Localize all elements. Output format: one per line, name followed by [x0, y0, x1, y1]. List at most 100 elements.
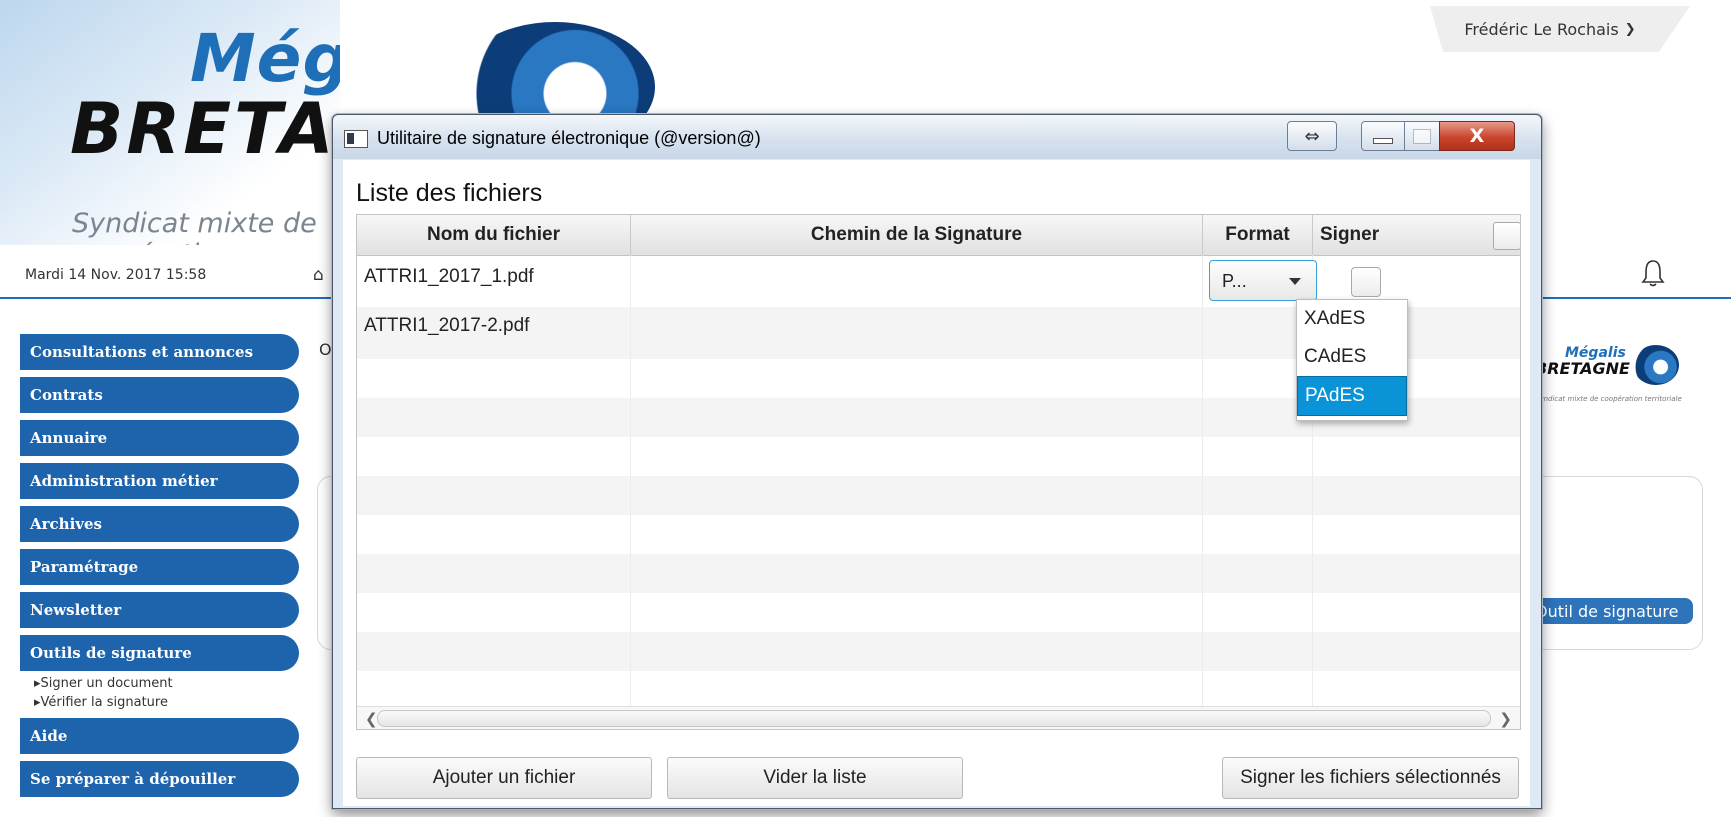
menu-item-archives[interactable]: Archives: [20, 506, 299, 542]
logo-tagline: Syndicat mixte de coopération territoria…: [72, 208, 317, 245]
filename-cell: ATTRI1_2017-2.pdf: [357, 307, 631, 359]
menu-item-consultations[interactable]: Consultations et annonces: [20, 334, 299, 370]
empty-cell: [631, 398, 1203, 437]
resize-arrows-icon: ⇔: [1304, 125, 1320, 147]
empty-cell: [631, 632, 1203, 671]
site-logo: Mégalis BRETAGNE Syndicat mixte de coopé…: [0, 0, 340, 245]
sidebar-menu: Consultations et annonces Contrats Annua…: [20, 334, 300, 804]
home-icon[interactable]: ⌂: [313, 265, 324, 285]
app-icon: [344, 130, 368, 148]
empty-cell: [631, 359, 1203, 398]
submenu-item-verifier[interactable]: Vérifier la signature: [34, 693, 300, 712]
path-cell: [631, 307, 1203, 359]
sign-checkbox[interactable]: [1351, 267, 1381, 297]
scroll-right-icon[interactable]: ❯: [1499, 710, 1512, 728]
empty-row: [357, 515, 1520, 554]
empty-cell: [631, 671, 1203, 710]
minimize-button[interactable]: [1361, 121, 1405, 151]
column-header-filename[interactable]: Nom du fichier: [357, 215, 631, 255]
dialog-title: Utilitaire de signature électronique (@v…: [377, 128, 761, 148]
empty-cell: [357, 632, 631, 671]
empty-row: [357, 437, 1520, 476]
column-header-format[interactable]: Format: [1203, 215, 1313, 255]
empty-row: [357, 593, 1520, 632]
signature-submenu: Signer un document Vérifier la signature: [34, 674, 300, 712]
list-title: Liste des fichiers: [356, 179, 543, 207]
menu-item-aide[interactable]: Aide: [20, 718, 299, 754]
clear-list-button[interactable]: Vider la liste: [667, 757, 963, 799]
add-file-button[interactable]: Ajouter un fichier: [356, 757, 652, 799]
empty-cell: [357, 671, 631, 710]
maximize-icon: [1413, 128, 1431, 144]
empty-row: [357, 476, 1520, 515]
sign-selected-button[interactable]: Signer les fichiers sélectionnés: [1222, 757, 1519, 799]
select-all-checkbox[interactable]: [1493, 222, 1520, 250]
empty-cell: [357, 554, 631, 593]
resize-button[interactable]: ⇔: [1287, 121, 1337, 151]
right-logo: Mégalis BRETAGNE Syndicat mixte de coopé…: [1535, 345, 1685, 415]
dialog-titlebar[interactable]: Utilitaire de signature électronique (@v…: [333, 115, 1541, 159]
format-option-pades[interactable]: PAdES: [1297, 376, 1407, 416]
close-button[interactable]: X: [1439, 121, 1515, 151]
format-option-xades[interactable]: XAdES: [1297, 300, 1407, 338]
menu-item-annuaire[interactable]: Annuaire: [20, 420, 299, 456]
logo-text-bretagne: BRETAGNE: [70, 88, 340, 170]
empty-cell: [631, 437, 1203, 476]
right-logo-tagline: Syndicat mixte de coopération territoria…: [1535, 395, 1682, 403]
path-cell: [631, 255, 1203, 307]
files-table: Nom du fichier Chemin de la Signature Fo…: [356, 214, 1521, 730]
right-logo-bretagne: BRETAGNE: [1535, 359, 1630, 378]
format-combobox[interactable]: P...: [1209, 260, 1317, 301]
content-partial-text: O: [319, 340, 332, 359]
horizontal-scrollbar[interactable]: ❮ ❯: [357, 706, 1520, 729]
empty-cell: [357, 359, 631, 398]
empty-cell: [631, 476, 1203, 515]
filename-text: ATTRI1_2017_1.pdf: [364, 266, 534, 287]
menu-item-administration[interactable]: Administration métier: [20, 463, 299, 499]
column-header-sign[interactable]: Signer: [1313, 215, 1489, 255]
user-menu[interactable]: Frédéric Le Rochais ❯: [1430, 6, 1690, 52]
right-logo-globe-icon: [1633, 345, 1679, 385]
column-header-path[interactable]: Chemin de la Signature: [631, 215, 1203, 255]
menu-item-parametrage[interactable]: Paramétrage: [20, 549, 299, 585]
date-time: Mardi 14 Nov. 2017 15:58: [25, 267, 207, 283]
filename-cell: ATTRI1_2017_1.pdf: [357, 255, 631, 307]
empty-cell: [1203, 476, 1313, 515]
menu-item-outils-signature[interactable]: Outils de signature: [20, 635, 299, 671]
empty-cell: [1203, 671, 1313, 710]
logo-text-megalis: Mégalis: [190, 20, 340, 97]
menu-item-newsletter[interactable]: Newsletter: [20, 592, 299, 628]
empty-cell: [631, 554, 1203, 593]
filename-text: ATTRI1_2017-2.pdf: [364, 315, 530, 336]
close-icon: X: [1469, 125, 1485, 147]
empty-cell: [631, 593, 1203, 632]
empty-cell: [357, 476, 631, 515]
empty-cell: [631, 515, 1203, 554]
empty-cell: [357, 437, 631, 476]
empty-cell: [1203, 437, 1313, 476]
empty-cell: [357, 398, 631, 437]
signature-tool-button[interactable]: Outil de signature: [1530, 598, 1693, 624]
menu-item-depouiller[interactable]: Se préparer à dépouiller: [20, 761, 299, 797]
chevron-down-icon: ❯: [1624, 21, 1636, 37]
scroll-left-icon[interactable]: ❮: [365, 710, 378, 728]
scrollbar-thumb[interactable]: [377, 710, 1491, 727]
empty-cell: [1203, 593, 1313, 632]
empty-cell: [1203, 515, 1313, 554]
submenu-item-signer[interactable]: Signer un document: [34, 674, 300, 693]
table-header: Nom du fichier Chemin de la Signature Fo…: [357, 215, 1520, 256]
dropdown-arrow-icon: [1289, 278, 1301, 285]
empty-cell: [357, 593, 631, 632]
empty-row: [357, 671, 1520, 710]
format-option-cades[interactable]: CAdES: [1297, 338, 1407, 376]
empty-row: [357, 632, 1520, 671]
minimize-icon: [1373, 138, 1393, 144]
maximize-button[interactable]: [1404, 121, 1440, 151]
empty-cell: [1203, 632, 1313, 671]
bell-icon[interactable]: [1640, 258, 1666, 288]
menu-item-contrats[interactable]: Contrats: [20, 377, 299, 413]
format-combobox-value: P...: [1222, 271, 1247, 291]
empty-cell: [357, 515, 631, 554]
format-dropdown-list: XAdES CAdES PAdES: [1296, 299, 1408, 421]
empty-row: [357, 554, 1520, 593]
